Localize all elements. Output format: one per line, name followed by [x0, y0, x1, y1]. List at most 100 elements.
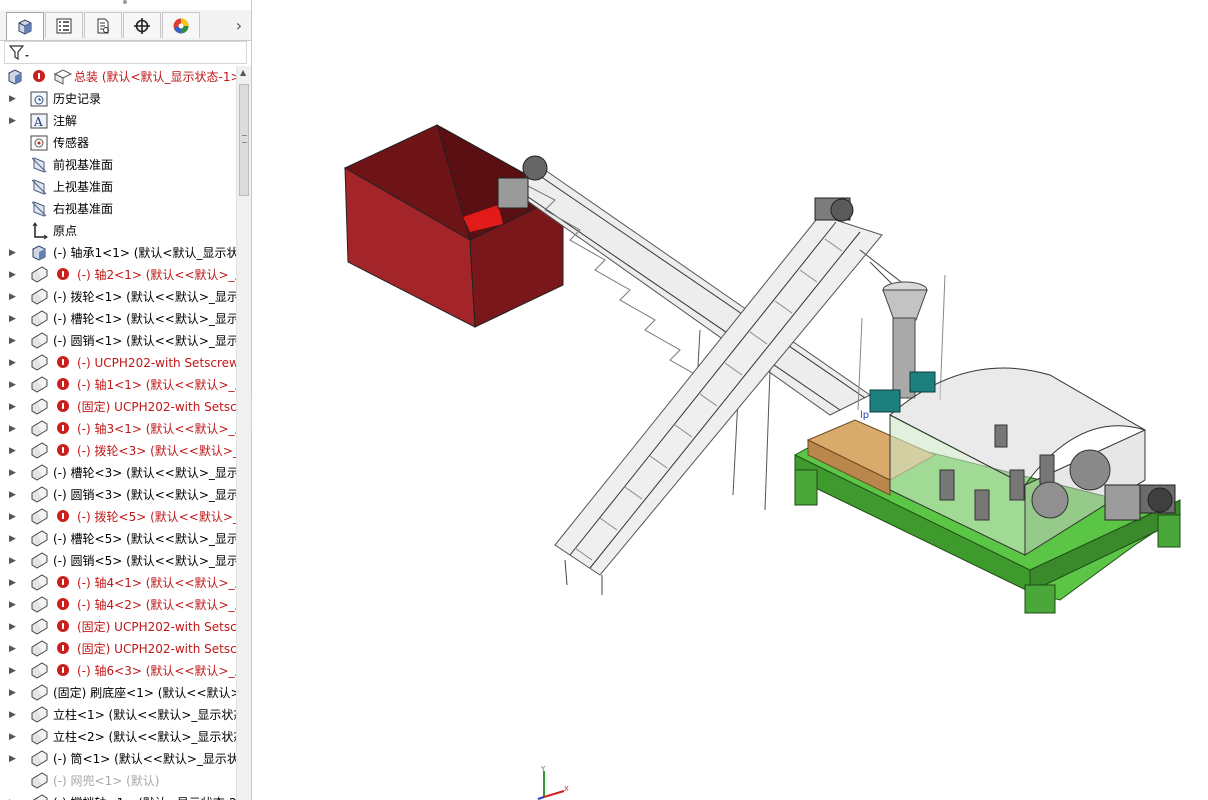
- expand-arrow-icon[interactable]: ▶: [9, 577, 19, 589]
- expand-arrow-icon[interactable]: ▶: [9, 665, 19, 677]
- warning-icon: [57, 444, 69, 456]
- sensor-icon: [30, 134, 48, 152]
- assembly-model-render: lp: [343, 123, 1182, 614]
- tree-item[interactable]: ▶ (-) 轴承1<1> (默认<默认_显示状态: [0, 242, 236, 264]
- expand-arrow-icon[interactable]: ▶: [9, 445, 19, 457]
- svg-text:A: A: [33, 115, 43, 129]
- tree-item[interactable]: ▶ (-) 拨轮<3> (默认<<默认>_显: [0, 440, 236, 462]
- svg-text:Y: Y: [540, 765, 546, 773]
- expand-arrow-icon[interactable]: ▶: [9, 709, 19, 721]
- tab-configurationmanager[interactable]: [84, 12, 122, 38]
- expand-arrow-icon[interactable]: ▶: [9, 467, 19, 479]
- tree-item[interactable]: ▶ (-) 槽轮<1> (默认<<默认>_显示状: [0, 308, 236, 330]
- tree-item[interactable]: ▶(-) 搅拌轴<1> (默认<显示状态-2: [0, 792, 236, 800]
- expand-arrow-icon[interactable]: ▶: [9, 621, 19, 633]
- tree-item[interactable]: ▶ (固定) UCPH202-with Setscre: [0, 396, 236, 418]
- expand-arrow-icon[interactable]: ▶: [9, 423, 19, 435]
- expand-arrow-icon[interactable]: ▶: [9, 555, 19, 567]
- tree-scrollbar[interactable]: ▲: [236, 66, 251, 800]
- scroll-up-arrow-icon[interactable]: ▲: [240, 68, 246, 77]
- tree-item[interactable]: ▶ (-) 槽轮<5> (默认<<默认>_显示状: [0, 528, 236, 550]
- tree-item[interactable]: 右视基准面: [0, 198, 236, 220]
- expand-arrow-icon[interactable]: ▶: [9, 599, 19, 611]
- assembly-icon: [30, 684, 48, 702]
- feature-manager-panel: › 总装 (默认<默认_显示状态-1> ▶ 历史记录 ▶ A 注解 传感器 前视基准面 上视基准…: [0, 0, 252, 800]
- tree-item-label: (-) UCPH202-with Setscrew: [77, 356, 236, 370]
- view-orientation-triad-icon: Y X: [537, 765, 569, 800]
- expand-arrow-icon[interactable]: ▶: [9, 687, 19, 699]
- tree-item[interactable]: ▶ A 注解: [0, 110, 236, 132]
- tree-item[interactable]: 原点: [0, 220, 236, 242]
- expand-arrow-icon[interactable]: ▶: [9, 269, 19, 281]
- tree-item[interactable]: ▶ (-) 轴2<1> (默认<<默认>_显: [0, 264, 236, 286]
- tree-item-label: (-) 槽轮<1> (默认<<默认>_显示状: [53, 312, 236, 326]
- tree-item[interactable]: ▶ (-) 圆销<1> (默认<<默认>_显示状: [0, 330, 236, 352]
- warning-icon: [57, 378, 69, 390]
- scrollbar-thumb[interactable]: [239, 84, 249, 196]
- tree-item[interactable]: 上视基准面: [0, 176, 236, 198]
- tree-item[interactable]: ▶ (-) 拨轮<1> (默认<<默认>_显示状: [0, 286, 236, 308]
- tree-item[interactable]: ▶ 立柱<1> (默认<<默认>_显示状态: [0, 704, 236, 726]
- tree-item[interactable]: ▶ (-) 圆销<5> (默认<<默认>_显示状: [0, 550, 236, 572]
- expand-arrow-icon[interactable]: ▶: [9, 731, 19, 743]
- tree-item[interactable]: ▶ 历史记录: [0, 88, 236, 110]
- expand-arrow-icon[interactable]: ▶: [9, 753, 19, 765]
- assembly-icon: [30, 486, 48, 504]
- expand-arrow-icon[interactable]: ▶: [9, 643, 19, 655]
- warning-icon: [57, 268, 69, 280]
- expand-arrow-icon[interactable]: ▶: [9, 511, 19, 523]
- warning-icon: [57, 642, 69, 654]
- panel-grip-dots[interactable]: [122, 0, 128, 5]
- tree-item-label: (-) 轴3<1> (默认<<默认>_显: [77, 422, 236, 436]
- tree-item[interactable]: ▶ (-) 轴4<1> (默认<<默认>_显: [0, 572, 236, 594]
- expand-arrow-icon[interactable]: ▶: [9, 379, 19, 391]
- tree-item-label: 立柱<2> (默认<<默认>_显示状态: [53, 730, 236, 744]
- tree-item[interactable]: ▶ (-) 轴6<3> (默认<<默认>_显: [0, 660, 236, 682]
- expand-arrow-icon[interactable]: ▶: [9, 291, 19, 303]
- tab-display-manager[interactable]: [162, 12, 200, 38]
- graphics-viewport[interactable]: lp Y X: [252, 0, 1208, 800]
- expand-arrow-icon[interactable]: ▶: [9, 247, 19, 259]
- tree-item[interactable]: 传感器: [0, 132, 236, 154]
- plane-icon: [30, 156, 48, 174]
- history-icon: [30, 90, 48, 108]
- tree-filter-bar[interactable]: [4, 41, 247, 64]
- tree-item[interactable]: ▶ 立柱<2> (默认<<默认>_显示状态: [0, 726, 236, 748]
- tree-item[interactable]: (-) 网兜<1> (默认): [0, 770, 236, 792]
- tree-item[interactable]: ▶ (固定) UCPH202-with Setscre: [0, 638, 236, 660]
- assembly-icon: [30, 706, 48, 724]
- svg-text:X: X: [564, 785, 569, 793]
- tree-item[interactable]: ▶ (-) UCPH202-with Setscrew: [0, 352, 236, 374]
- tab-propertymanager[interactable]: [45, 12, 83, 38]
- tree-item[interactable]: ▶ (-) 轴4<2> (默认<<默认>_显: [0, 594, 236, 616]
- tree-root-assembly[interactable]: 总装 (默认<默认_显示状态-1>: [0, 66, 236, 88]
- tree-item[interactable]: ▶ (-) 筒<1> (默认<<默认>_显示状: [0, 748, 236, 770]
- tree-item[interactable]: ▶ (-) 圆销<3> (默认<<默认>_显示状: [0, 484, 236, 506]
- filter-icon[interactable]: [9, 45, 31, 61]
- tree-item[interactable]: 前视基准面: [0, 154, 236, 176]
- tree-item[interactable]: ▶ (-) 轴3<1> (默认<<默认>_显: [0, 418, 236, 440]
- tree-item[interactable]: ▶ (-) 拨轮<5> (默认<<默认>_显: [0, 506, 236, 528]
- tab-dimxpert[interactable]: [123, 12, 161, 38]
- expand-arrow-icon[interactable]: ▶: [9, 313, 19, 325]
- tab-featuremanager[interactable]: [6, 12, 44, 40]
- tree-item[interactable]: ▶ (固定) 刷底座<1> (默认<<默认>_: [0, 682, 236, 704]
- expand-arrow-icon[interactable]: ▶: [9, 93, 19, 105]
- tree-item[interactable]: ▶ (-) 槽轮<3> (默认<<默认>_显示状: [0, 462, 236, 484]
- tree-item-label: (-) 网兜<1> (默认): [53, 774, 160, 788]
- tree-item[interactable]: ▶ (固定) UCPH202-with Setscre: [0, 616, 236, 638]
- tree-item[interactable]: ▶ (-) 轴1<1> (默认<<默认>_显: [0, 374, 236, 396]
- expand-arrow-icon[interactable]: ▶: [9, 533, 19, 545]
- assembly-icon: [30, 552, 48, 570]
- expand-arrow-icon[interactable]: ▶: [9, 489, 19, 501]
- part-icon: [30, 244, 48, 262]
- expand-arrow-icon[interactable]: ▶: [9, 115, 19, 127]
- tree-item-label: (-) 圆销<3> (默认<<默认>_显示状: [53, 488, 236, 502]
- assembly-icon: [30, 442, 48, 460]
- chevron-right-icon[interactable]: ›: [231, 14, 247, 36]
- crosshair-icon: [134, 17, 150, 34]
- origin-icon: [30, 222, 48, 240]
- expand-arrow-icon[interactable]: ▶: [9, 335, 19, 347]
- expand-arrow-icon[interactable]: ▶: [9, 401, 19, 413]
- expand-arrow-icon[interactable]: ▶: [9, 357, 19, 369]
